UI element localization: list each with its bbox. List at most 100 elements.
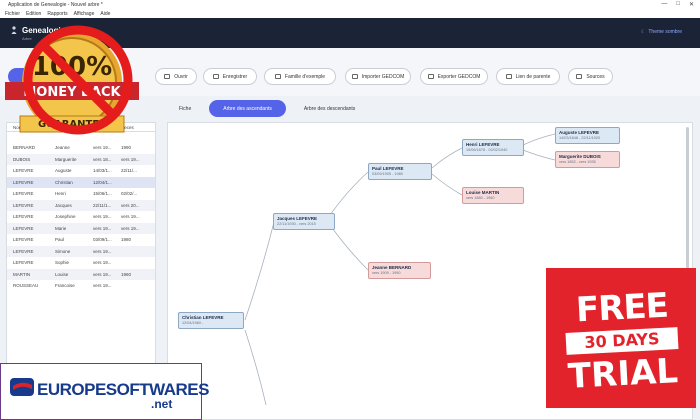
- node-dates: 22/11/1930 - vers 2015: [277, 222, 316, 226]
- cell-death: vers 19...: [121, 214, 140, 220]
- tree-node-marguerite[interactable]: Marguerite DUBOIS vers 1852 - vers 1935: [555, 151, 620, 168]
- link-icon: [505, 74, 512, 79]
- cell-firstname: Simone: [55, 248, 71, 254]
- cell-birth: 15/06/1...: [93, 191, 112, 197]
- cell-name: LEFEVRE: [13, 260, 34, 266]
- tree-node-jacques[interactable]: Jacques LEFEVRE 22/11/1930 - vers 2015: [273, 213, 335, 230]
- menu-bar: Fichier Edition Rapports Affichage Aide: [0, 10, 700, 18]
- cell-firstname: Marguerite: [55, 156, 77, 162]
- kinship-button[interactable]: Lien de parente: [496, 68, 560, 85]
- cell-birth: 14/03/1...: [93, 168, 112, 174]
- table-row[interactable]: ROUSSEAU Francoise vers 19...: [7, 280, 155, 292]
- cell-birth: 22/11/1...: [93, 202, 112, 208]
- export-icon: [427, 74, 434, 79]
- kinship-button-label: Lien de parente: [515, 73, 551, 80]
- cell-firstname: Jacques: [55, 202, 72, 208]
- node-dates: 14/03/1848 - 22/11/1920: [559, 136, 601, 140]
- menu-rapports[interactable]: Rapports: [47, 11, 67, 17]
- node-name: Auguste LEFEVRE: [559, 130, 600, 135]
- cell-name: LEFEVRE: [13, 191, 34, 197]
- cell-firstname: Josephine: [55, 214, 76, 220]
- table-row[interactable]: LEFEVRE Henri 15/06/1... 02/02/...: [7, 188, 155, 200]
- tab-fiche[interactable]: Fiche: [165, 100, 205, 117]
- cell-death: vers 19...: [121, 225, 140, 231]
- table-row[interactable]: LEFEVRE Simone vers 19...: [7, 245, 155, 257]
- badge-money-back: MONEY BACK: [23, 85, 121, 100]
- cell-name: LEFEVRE: [13, 202, 34, 208]
- node-name: Marguerite DUBOIS: [559, 154, 601, 159]
- cell-death: vers 19...: [121, 156, 140, 162]
- menu-aide[interactable]: Aide: [100, 11, 110, 17]
- import-gedcom-button[interactable]: Importer GEDCOM: [345, 68, 411, 85]
- tree-node-auguste[interactable]: Auguste LEFEVRE 14/03/1848 - 22/11/1920: [555, 127, 620, 144]
- open-button[interactable]: Ouvrir: [155, 68, 197, 85]
- cell-name: LEFEVRE: [13, 237, 34, 243]
- tree-node-christian[interactable]: Christian LEFEVRE 12/04/1960 -: [178, 312, 244, 329]
- node-name: Jeanne BERNARD: [372, 265, 412, 270]
- node-dates: vers 1852 - vers 1935: [559, 160, 596, 164]
- node-dates: 12/04/1960 -: [182, 321, 204, 325]
- europesoftwares-logo: EUROPESOFTWARES .net: [0, 363, 209, 420]
- table-row[interactable]: LEFEVRE Paul 03/09/1... 1980: [7, 234, 155, 246]
- sample-family-button[interactable]: Famille d'exemple: [264, 68, 336, 85]
- export-gedcom-button[interactable]: Exporter GEDCOM: [420, 68, 488, 85]
- maximize-button[interactable]: □: [676, 1, 680, 8]
- theme-toggle[interactable]: ☾ Theme sombre: [641, 29, 682, 35]
- cell-birth: vers 19...: [93, 145, 112, 151]
- sample-family-button-label: Famille d'exemple: [284, 73, 326, 80]
- table-row[interactable]: LEFEVRE Jacques 22/11/1... vers 20...: [7, 199, 155, 211]
- tab-ancestors[interactable]: Arbre des ascendants: [209, 100, 286, 117]
- cell-name: LEFEVRE: [13, 179, 34, 185]
- cell-birth: vers 19...: [93, 225, 112, 231]
- save-icon: [212, 74, 219, 79]
- cell-birth: 12/04/1...: [93, 179, 112, 185]
- node-name: Henri LEFEVRE: [466, 142, 500, 147]
- cell-name: LEFEVRE: [13, 225, 34, 231]
- theme-toggle-label: Theme sombre: [648, 29, 682, 35]
- table-row[interactable]: LEFEVRE Sophie vers 19...: [7, 257, 155, 269]
- window-title: Application de Genealogie - Nouvel arbre…: [8, 2, 103, 8]
- cell-firstname: Auguste: [55, 168, 72, 174]
- node-dates: vers 1880 - 1960: [466, 196, 495, 200]
- table-row[interactable]: LEFEVRE Josephine vers 19... vers 19...: [7, 211, 155, 223]
- cell-death: 22/11/...: [121, 168, 137, 174]
- cell-death: 1990: [121, 145, 132, 151]
- cell-birth: vers 19...: [93, 214, 112, 220]
- cell-firstname: Paul: [55, 237, 65, 243]
- node-dates: 15/06/1878 - 02/02/1940: [466, 148, 508, 152]
- logo-name: EUROPESOFTWARES: [37, 380, 209, 399]
- people-list: Nom Prenom Naissance Deces BERNARDJeanne…: [6, 122, 156, 372]
- cell-firstname: Christian: [55, 179, 73, 185]
- table-row[interactable]: DUBOIS Marguerite vers 18... vers 19...: [7, 153, 155, 165]
- menu-fichier[interactable]: Fichier: [5, 11, 20, 17]
- tab-descendants[interactable]: Arbre des descendants: [290, 100, 369, 117]
- cell-name: ROUSSEAU: [13, 283, 39, 289]
- cell-death: 1960: [121, 271, 132, 277]
- table-row[interactable]: BERNARD Jeanne vers 19... 1990: [7, 142, 155, 154]
- save-button[interactable]: Enregistrer: [203, 68, 257, 85]
- sources-button-label: Sources: [586, 73, 605, 80]
- logo-net: .net: [151, 397, 173, 411]
- import-gedcom-button-label: Importer GEDCOM: [361, 73, 405, 80]
- book-icon: [576, 74, 583, 79]
- table-row[interactable]: LEFEVRE Marie vers 19... vers 19...: [7, 222, 155, 234]
- menu-affichage[interactable]: Affichage: [74, 11, 95, 17]
- tree-node-louise[interactable]: Louise MARTIN vers 1880 - 1960: [462, 187, 524, 204]
- tree-node-paul[interactable]: Paul LEFEVRE 03/09/1905 - 1980: [368, 163, 432, 180]
- import-icon: [351, 74, 358, 79]
- node-dates: 03/09/1905 - 1980: [372, 172, 403, 176]
- logo-flag-icon: [10, 378, 34, 396]
- menu-edition[interactable]: Edition: [26, 11, 41, 17]
- table-row[interactable]: MARTIN Louise vers 19... 1960: [7, 268, 155, 280]
- table-row[interactable]: LEFEVRE Auguste 14/03/1... 22/11/...: [7, 165, 155, 177]
- moon-icon: ☾: [640, 29, 646, 35]
- tree-node-jeanne[interactable]: Jeanne BERNARD vers 1909 - 1990: [368, 262, 431, 279]
- close-button[interactable]: ✕: [689, 1, 694, 8]
- cell-death: 02/02/...: [121, 191, 138, 197]
- sources-button[interactable]: Sources: [568, 68, 613, 85]
- cell-birth: vers 19...: [93, 260, 112, 266]
- minimize-button[interactable]: —: [661, 1, 667, 8]
- table-row[interactable]: LEFEVRE Christian 12/04/1...: [7, 176, 155, 188]
- cell-birth: vers 19...: [93, 271, 112, 277]
- tree-node-henri[interactable]: Henri LEFEVRE 15/06/1878 - 02/02/1940: [462, 139, 524, 156]
